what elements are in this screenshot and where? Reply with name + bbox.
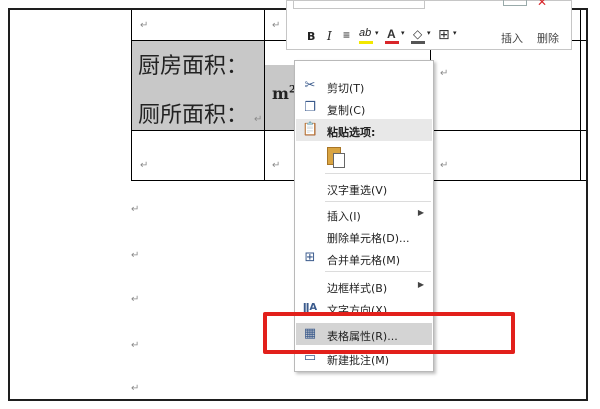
delete-button[interactable]: 删除 — [537, 30, 559, 46]
chevron-down-icon: ▾ — [401, 30, 405, 37]
unit-square-meter[interactable]: m2 — [272, 84, 296, 103]
shading-button[interactable]: ◇ ▾ — [411, 27, 433, 45]
menu-separator — [325, 173, 431, 174]
paragraph-mark: ↵ — [272, 20, 281, 31]
paragraph-mark: ↵ — [440, 68, 449, 79]
shading-color-bar — [411, 41, 425, 44]
bold-button[interactable]: B — [307, 30, 315, 43]
chevron-right-icon: ▶ — [417, 280, 424, 289]
menu-item-delete-cells[interactable]: 删除单元格(D)... — [296, 225, 432, 247]
paragraph-mark: ↵ — [131, 204, 140, 215]
paragraph-mark: ↵ — [140, 160, 149, 171]
menu-item-insert[interactable]: 插入(I) ▶ — [296, 203, 432, 225]
menu-item-label: 复制(C) — [327, 104, 366, 117]
paragraph-mark: ↵ — [140, 20, 149, 31]
merge-cells-icon: ⊞ — [304, 250, 316, 265]
menu-item-label: 剪切(T) — [327, 82, 365, 95]
italic-button[interactable]: I — [327, 29, 332, 43]
paragraph-mark: ↵ — [440, 160, 449, 171]
shading-icon: ◇ — [413, 27, 423, 41]
copy-icon: ❐ — [304, 100, 316, 115]
kitchen-area-label[interactable]: 厨房面积： — [138, 54, 248, 80]
font-color-bar — [385, 41, 399, 44]
menu-item-label: 插入(I) — [327, 210, 361, 223]
toilet-area-label[interactable]: 厕所面积： — [138, 103, 248, 129]
annotation-highlight-box — [263, 312, 515, 354]
font-color-icon: A — [387, 27, 396, 41]
chevron-right-icon: ▶ — [417, 208, 424, 217]
menu-header-paste-options: 📋 粘贴选项: — [296, 119, 432, 141]
borders-button[interactable]: ⊞ ▾ — [437, 26, 459, 45]
paragraph-mark: ↵ — [131, 294, 140, 305]
toolbar-font-box-edge — [293, 0, 425, 9]
menu-item-copy[interactable]: ❐ 复制(C) — [296, 97, 432, 119]
menu-item-reconvert[interactable]: 汉字重选(V) — [296, 177, 432, 199]
font-color-button[interactable]: A ▾ — [385, 27, 407, 45]
paragraph-mark: ↵ — [131, 340, 140, 351]
menu-item-merge-cells[interactable]: ⊞ 合并单元格(M) — [296, 247, 432, 269]
delete-icon: ✕ — [537, 0, 548, 9]
insert-button[interactable]: 插入 — [501, 30, 523, 46]
menu-item-label: 粘贴选项: — [327, 126, 376, 139]
menu-item-label: 删除单元格(D)... — [327, 232, 410, 245]
chevron-down-icon: ▾ — [453, 30, 457, 37]
menu-separator — [325, 271, 431, 272]
highlight-button[interactable]: ab ▾ — [359, 27, 381, 45]
menu-item-label: 新建批注(M) — [327, 354, 390, 367]
paragraph-mark: ↵ — [254, 114, 263, 125]
paragraph-mark: ↵ — [131, 250, 140, 261]
menu-item-label: 边框样式(B) — [327, 282, 388, 295]
insert-icon — [503, 0, 527, 6]
table-border-v3 — [580, 10, 581, 180]
mini-toolbar: ✕ B I ≡ ab ▾ A ▾ ◇ ▾ ⊞ ▾ 插入 删除 — [286, 0, 572, 50]
paste-keep-text-icon[interactable] — [325, 145, 347, 169]
highlighter-color-bar — [359, 41, 373, 44]
paste-icon: 📋 — [302, 122, 319, 137]
highlighter-icon: ab — [359, 27, 372, 39]
chevron-down-icon: ▾ — [375, 30, 379, 37]
scissors-icon: ✂ — [304, 78, 316, 93]
menu-item-cut[interactable]: ✂ 剪切(T) — [296, 75, 432, 97]
align-button[interactable]: ≡ — [343, 28, 350, 42]
menu-item-label: 汉字重选(V) — [327, 184, 388, 197]
menu-separator — [325, 201, 431, 202]
paragraph-mark: ↵ — [131, 383, 140, 394]
borders-icon: ⊞ — [438, 26, 450, 42]
chevron-down-icon: ▾ — [427, 30, 431, 37]
menu-item-label: 合并单元格(M) — [327, 254, 401, 267]
paragraph-mark: ↵ — [272, 160, 281, 171]
menu-item-border-styles[interactable]: 边框样式(B) ▶ — [296, 275, 432, 297]
